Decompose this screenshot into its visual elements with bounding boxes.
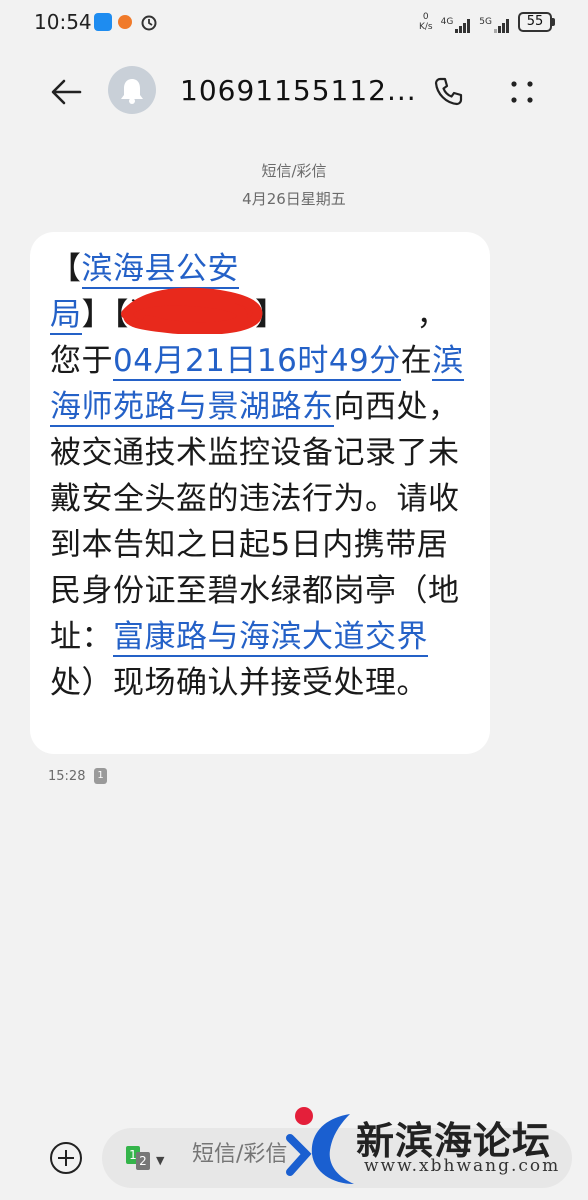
sim-switch-button[interactable]: 1 2 ▼ bbox=[126, 1146, 166, 1172]
watermark-url: www.xbhwang.com bbox=[364, 1156, 561, 1176]
signal-bars-icon bbox=[455, 19, 471, 33]
heart-notification-icon bbox=[118, 15, 132, 29]
status-bar: 10:54 0 K/s 4G 5G 55 bbox=[0, 0, 588, 50]
more-options-icon[interactable] bbox=[504, 74, 540, 110]
status-right-group: 0 K/s 4G 5G 55 bbox=[418, 12, 555, 33]
network-speed: 0 K/s bbox=[418, 12, 433, 32]
sim-2-icon: 2 bbox=[136, 1152, 150, 1170]
status-time: 10:54 bbox=[34, 10, 92, 34]
contact-avatar[interactable] bbox=[108, 66, 156, 114]
bell-icon bbox=[121, 79, 143, 104]
sms-conversation-screen: 10:54 0 K/s 4G 5G 55 10691155112... 短信/彩… bbox=[0, 0, 588, 1200]
alarm-icon bbox=[141, 15, 157, 31]
back-arrow-icon[interactable] bbox=[44, 72, 88, 112]
message-bubble[interactable]: 【滨海县公安局】【滨海交警】，您于04月21日16时49分在滨海师苑路与景湖路东… bbox=[30, 232, 490, 754]
battery-indicator: 55 bbox=[518, 12, 555, 32]
message-timestamp: 15:28 bbox=[48, 769, 86, 784]
app-notification-icon bbox=[94, 13, 112, 31]
sim-indicator: 1 bbox=[94, 768, 107, 784]
forum-logo bbox=[286, 1107, 354, 1184]
redaction-scribble bbox=[121, 287, 263, 334]
contact-number: 10691155112... bbox=[180, 74, 417, 107]
conversation-header: 10691155112... bbox=[0, 56, 588, 132]
chevron-down-icon: ▼ bbox=[156, 1154, 165, 1167]
signal-4g: 4G bbox=[441, 17, 472, 33]
phone-call-icon[interactable] bbox=[430, 74, 466, 110]
link-datetime[interactable]: 04月21日16时49分 bbox=[113, 343, 401, 381]
channel-label: 短信/彩信 bbox=[261, 162, 327, 180]
date-separator: 4月26日星期五 bbox=[242, 190, 346, 208]
signal-bars-icon bbox=[494, 19, 510, 33]
link-address[interactable]: 富康路与海滨大道交界 bbox=[113, 619, 428, 657]
forum-watermark: 新滨海论坛 www.xbhwang.com bbox=[280, 1100, 588, 1200]
add-attachment-icon[interactable] bbox=[48, 1140, 84, 1176]
signal-5g: 5G bbox=[479, 17, 510, 33]
